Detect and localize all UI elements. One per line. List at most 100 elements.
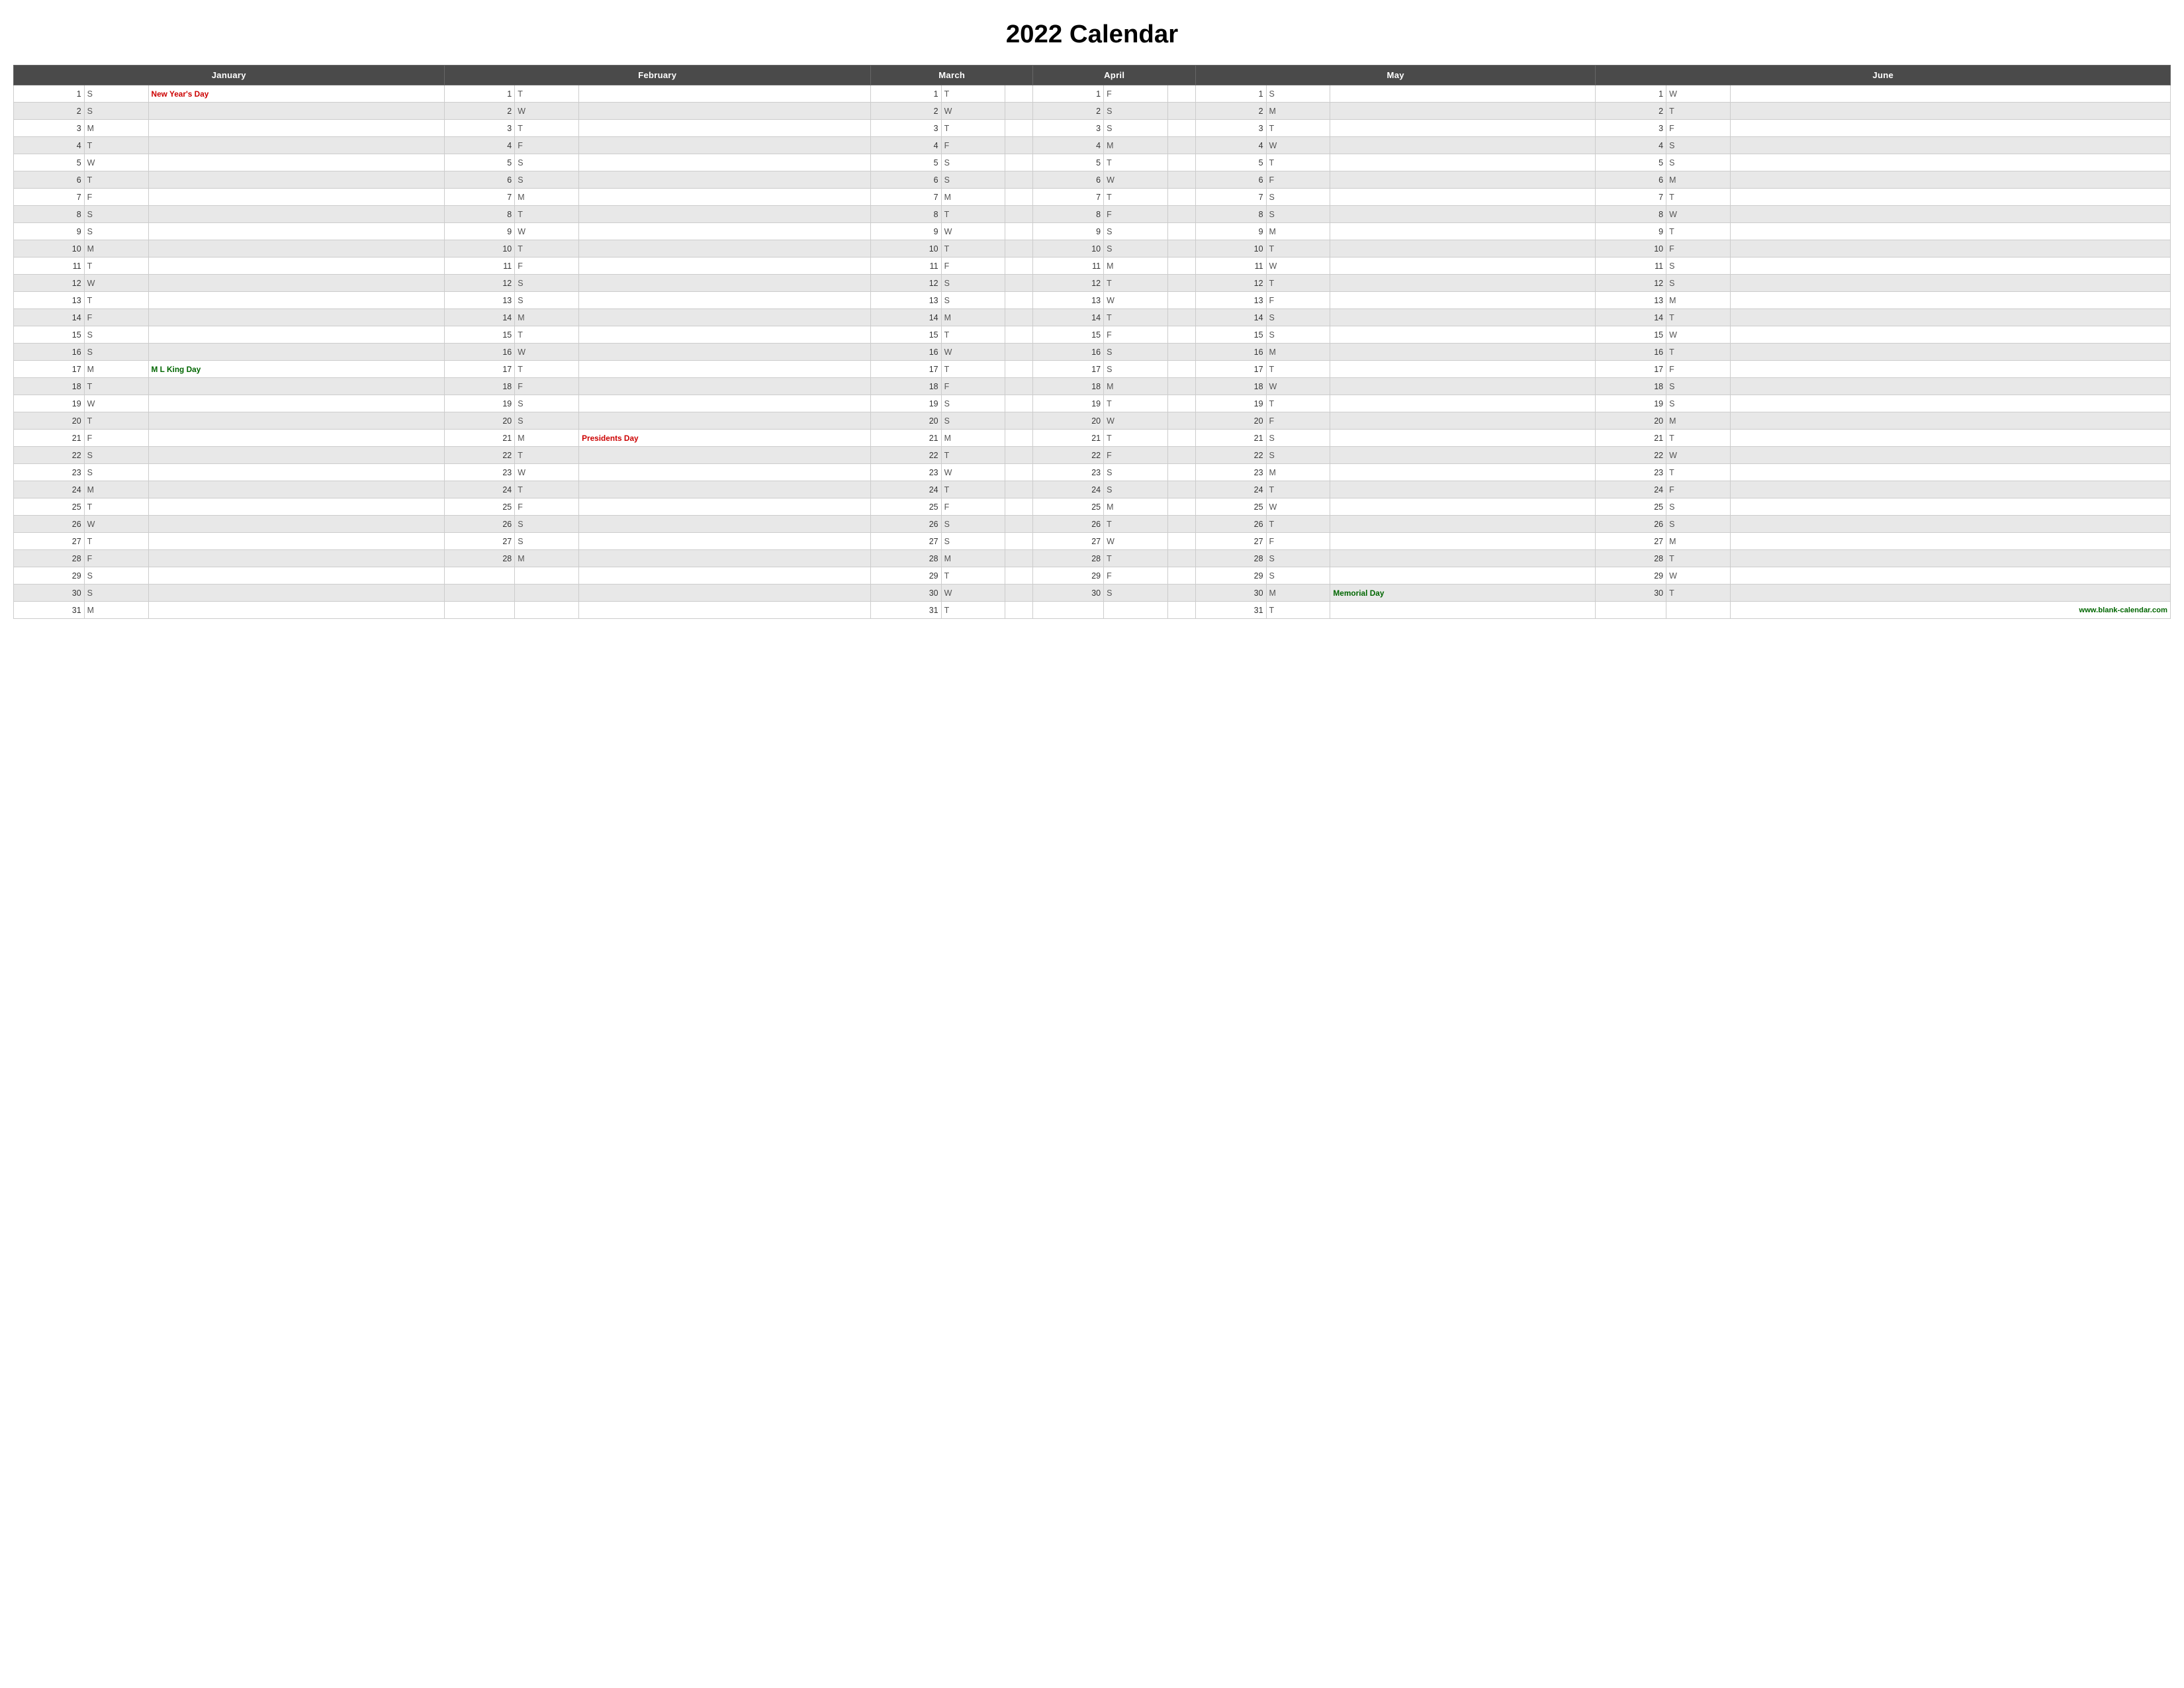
mar-holiday-text xyxy=(1005,412,1033,430)
jun-holiday-text xyxy=(1730,430,2170,447)
table-row: 7F7M7M7T7S7T xyxy=(14,189,2171,206)
jun-day-num: 5 xyxy=(1596,154,1666,171)
jun-holiday-text xyxy=(1730,326,2170,344)
feb-day-num: 27 xyxy=(444,533,515,550)
may-day-num: 25 xyxy=(1195,498,1266,516)
jun-day-num: 2 xyxy=(1596,103,1666,120)
jan-day-letter: T xyxy=(84,533,148,550)
may-day-num: 30 xyxy=(1195,585,1266,602)
may-holiday-text xyxy=(1330,137,1596,154)
apr-day-num: 9 xyxy=(1033,223,1104,240)
jan-day-letter: S xyxy=(84,85,148,103)
jun-day-letter: F xyxy=(1666,120,1731,137)
apr-day-num: 25 xyxy=(1033,498,1104,516)
feb-day-num: 1 xyxy=(444,85,515,103)
jun-holiday-text xyxy=(1730,361,2170,378)
may-day-letter: T xyxy=(1266,240,1330,258)
may-holiday-text xyxy=(1330,378,1596,395)
apr-holiday-text xyxy=(1167,464,1195,481)
mar-day-letter: W xyxy=(941,103,1005,120)
apr-holiday-text xyxy=(1167,533,1195,550)
feb-day-num xyxy=(444,567,515,585)
mar-holiday-text xyxy=(1005,344,1033,361)
may-holiday-text xyxy=(1330,567,1596,585)
apr-holiday-text xyxy=(1167,103,1195,120)
table-row: 8S8T8T8F8S8W xyxy=(14,206,2171,223)
feb-holiday xyxy=(579,585,871,602)
apr-day-num: 16 xyxy=(1033,344,1104,361)
jun-holiday-text xyxy=(1730,447,2170,464)
apr-holiday xyxy=(1167,602,1195,619)
mar-holiday-text xyxy=(1005,602,1033,619)
may-day-num: 26 xyxy=(1195,516,1266,533)
jan-day-letter: F xyxy=(84,309,148,326)
jun-day-num: 23 xyxy=(1596,464,1666,481)
table-row: 29S29T29F29S29W xyxy=(14,567,2171,585)
jun-day-letter: S xyxy=(1666,498,1731,516)
table-row: 20T20S20S20W20F20M xyxy=(14,412,2171,430)
feb-day-num xyxy=(444,585,515,602)
mar-day-letter: S xyxy=(941,395,1005,412)
jun-day-num: 9 xyxy=(1596,223,1666,240)
may-day-letter: S xyxy=(1266,206,1330,223)
jan-day-letter: T xyxy=(84,258,148,275)
feb-day-letter: W xyxy=(515,464,579,481)
may-day-letter: S xyxy=(1266,430,1330,447)
may-holiday-text xyxy=(1330,498,1596,516)
feb-day-num: 22 xyxy=(444,447,515,464)
apr-day-num: 24 xyxy=(1033,481,1104,498)
may-holiday-text xyxy=(1330,171,1596,189)
may-day-letter: M xyxy=(1266,464,1330,481)
feb-day-letter: M xyxy=(515,550,579,567)
apr-holiday-text xyxy=(1167,585,1195,602)
feb-holiday-text xyxy=(579,258,871,275)
table-row: 9S9W9W9S9M9T xyxy=(14,223,2171,240)
jan-day-num: 26 xyxy=(14,516,85,533)
feb-day-letter: T xyxy=(515,240,579,258)
mar-day-num: 14 xyxy=(870,309,941,326)
apr-day-num: 15 xyxy=(1033,326,1104,344)
jan-day-letter: S xyxy=(84,103,148,120)
jan-day-num: 23 xyxy=(14,464,85,481)
table-row: 21F21MPresidents Day21M21T21S21T xyxy=(14,430,2171,447)
may-holiday-text xyxy=(1330,550,1596,567)
jun-day-letter: W xyxy=(1666,206,1731,223)
apr-day-num: 4 xyxy=(1033,137,1104,154)
table-row: 18T18F18F18M18W18S xyxy=(14,378,2171,395)
apr-day-letter: F xyxy=(1104,447,1168,464)
mar-holiday-text xyxy=(1005,154,1033,171)
jan-day-num: 19 xyxy=(14,395,85,412)
month-mar: March xyxy=(870,66,1032,85)
feb-day-letter: S xyxy=(515,292,579,309)
may-day-num: 3 xyxy=(1195,120,1266,137)
jan-holiday-text: New Year's Day xyxy=(148,85,444,103)
apr-day-num: 28 xyxy=(1033,550,1104,567)
jan-day-num: 25 xyxy=(14,498,85,516)
feb-day-num: 2 xyxy=(444,103,515,120)
mar-day-num: 7 xyxy=(870,189,941,206)
may-day-num: 19 xyxy=(1195,395,1266,412)
feb-day-letter: F xyxy=(515,258,579,275)
jun-holiday-text xyxy=(1730,154,2170,171)
jan-day-letter: T xyxy=(84,137,148,154)
table-row: 17MM L King Day17T17T17S17T17F xyxy=(14,361,2171,378)
apr-holiday-text xyxy=(1167,240,1195,258)
apr-holiday-text xyxy=(1167,258,1195,275)
mar-day-num: 21 xyxy=(870,430,941,447)
apr-day-letter xyxy=(1104,602,1168,619)
may-day-num: 16 xyxy=(1195,344,1266,361)
jun-holiday-text xyxy=(1730,378,2170,395)
jan-holiday-text xyxy=(148,258,444,275)
apr-day-num: 26 xyxy=(1033,516,1104,533)
mar-day-num: 29 xyxy=(870,567,941,585)
may-holiday-text xyxy=(1330,344,1596,361)
mar-holiday-text xyxy=(1005,447,1033,464)
jan-day-num: 22 xyxy=(14,447,85,464)
may-day-letter: T xyxy=(1266,602,1330,619)
mar-day-num: 1 xyxy=(870,85,941,103)
feb-holiday-text xyxy=(579,275,871,292)
mar-day-letter: M xyxy=(941,309,1005,326)
mar-holiday-text xyxy=(1005,258,1033,275)
may-day-letter: W xyxy=(1266,258,1330,275)
jan-day-letter: S xyxy=(84,206,148,223)
